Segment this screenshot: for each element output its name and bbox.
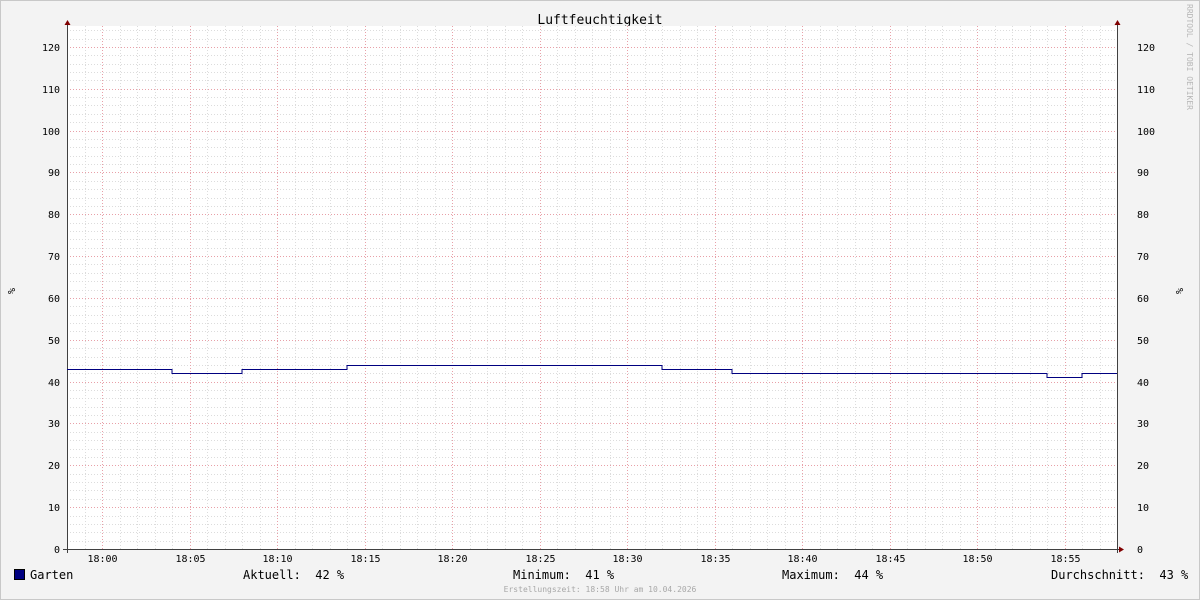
x-tick-label: 18:40 (787, 554, 817, 565)
x-tick-label: 18:10 (262, 554, 292, 565)
y-tick-label-left: 0 (54, 545, 60, 556)
x-tick-label: 18:05 (175, 554, 205, 565)
x-tick-label: 18:55 (1050, 554, 1080, 565)
y-tick-label-left: 40 (48, 378, 60, 389)
y-tick-label-left: 50 (48, 336, 60, 347)
legend-min-label: Minimum: (513, 568, 571, 582)
y-tick-label-right: 80 (1137, 210, 1149, 221)
creation-time-footer: Erstellungszeit: 18:58 Uhr am 10.04.2026 (503, 585, 697, 594)
x-tick-label: 18:45 (875, 554, 905, 565)
y-tick-label-right: 90 (1137, 168, 1149, 179)
legend-average: Durchschnitt: 43 % (1051, 568, 1188, 582)
legend-max-value: 44 % (854, 568, 884, 582)
legend-swatch (14, 569, 25, 580)
y-tick-label-right: 20 (1137, 461, 1149, 472)
legend-minimum: Minimum: 41 % (513, 568, 614, 582)
y-tick-label-right: 120 (1137, 43, 1155, 54)
y-axis-arrow-right (1114, 20, 1121, 25)
y-tick-label-left: 60 (48, 294, 60, 305)
y-tick-label-left: 30 (48, 419, 60, 430)
y-tick-label-right: 110 (1137, 85, 1155, 96)
y-tick-label-left: 10 (48, 503, 60, 514)
x-axis-arrow (1119, 546, 1124, 553)
legend-avg-value: 43 % (1159, 568, 1189, 582)
x-tick-label: 18:00 (87, 554, 117, 565)
y-tick-label-right: 70 (1137, 252, 1149, 263)
y-tick-label-right: 60 (1137, 294, 1149, 305)
x-tick-label: 18:35 (700, 554, 730, 565)
y-axis-label-right: % (1173, 288, 1184, 294)
y-tick-label-right: 50 (1137, 336, 1149, 347)
grid-lines (67, 26, 1118, 549)
y-tick-label-left: 20 (48, 461, 60, 472)
x-tick-label: 18:50 (962, 554, 992, 565)
x-tick-label: 18:15 (350, 554, 380, 565)
y-tick-label-left: 70 (48, 252, 60, 263)
y-tick-label-right: 30 (1137, 419, 1149, 430)
y-tick-label-right: 100 (1137, 127, 1155, 138)
y-axis-label-left: % (5, 288, 16, 294)
legend-current: Aktuell: 42 % (243, 568, 344, 582)
legend-avg-label: Durchschnitt: (1051, 568, 1145, 582)
legend-maximum: Maximum: 44 % (782, 568, 883, 582)
legend-series-name: Garten (30, 568, 74, 582)
y-axis-arrow-left (64, 20, 71, 25)
legend-min-value: 41 % (585, 568, 615, 582)
humidity-chart: Luftfeuchtigkeit RRDTOOL / TOBI OETIKER … (5, 4, 1194, 565)
y-tick-label-left: 80 (48, 210, 60, 221)
x-tick-label: 18:20 (437, 554, 467, 565)
legend-current-value: 42 % (315, 568, 345, 582)
rrdtool-watermark: RRDTOOL / TOBI OETIKER (1185, 4, 1194, 110)
y-tick-label-right: 10 (1137, 503, 1149, 514)
chart-title: Luftfeuchtigkeit (537, 13, 662, 28)
x-tick-label: 18:30 (612, 554, 642, 565)
y-tick-label-left: 110 (42, 85, 60, 96)
legend-series: Garten (14, 568, 73, 582)
x-tick-labels: 18:00 18:05 18:10 18:15 18:20 18:25 18:30 18:35… (87, 554, 1080, 565)
legend-current-label: Aktuell: (243, 568, 301, 582)
y-tick-label-right: 0 (1137, 545, 1143, 556)
y-tick-label-left: 120 (42, 43, 60, 54)
y-tick-label-left: 100 (42, 127, 60, 138)
legend-max-label: Maximum: (782, 568, 840, 582)
x-tick-label: 18:25 (525, 554, 555, 565)
y-tick-label-left: 90 (48, 168, 60, 179)
y-tick-label-right: 40 (1137, 378, 1149, 389)
